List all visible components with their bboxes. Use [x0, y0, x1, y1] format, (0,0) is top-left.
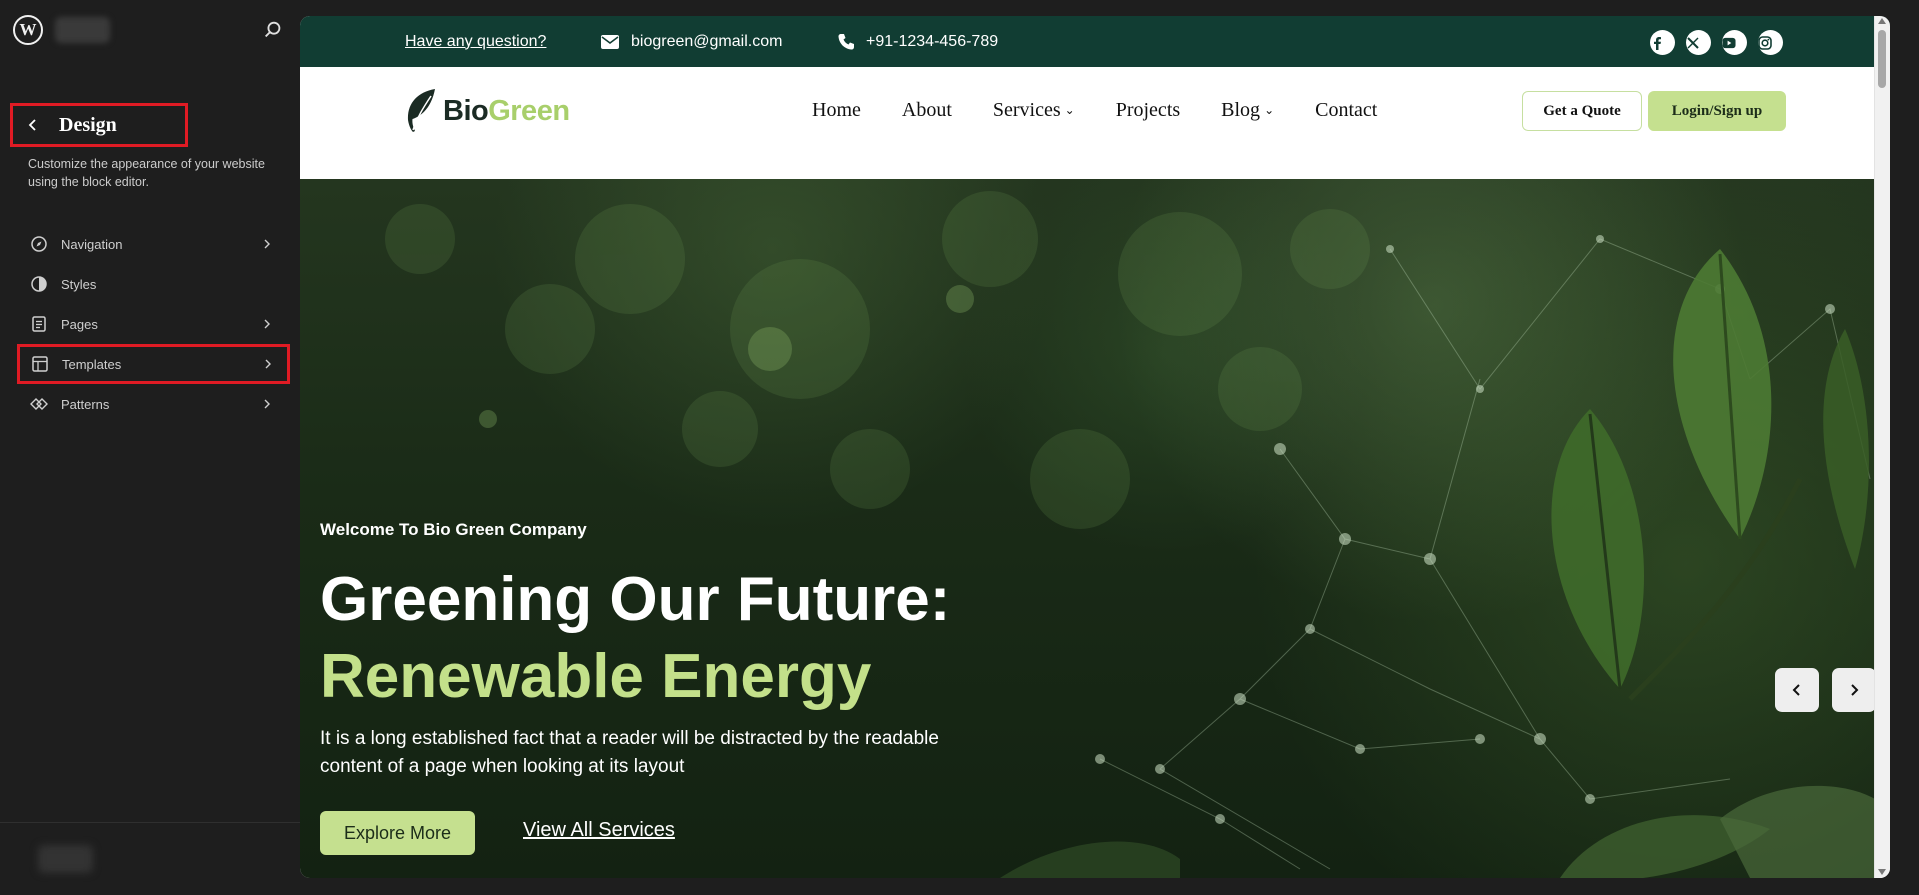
chevron-down-icon: ⌄ [1264, 102, 1275, 117]
sidebar-item-label: Templates [62, 356, 122, 372]
phone-contact[interactable]: +91-1234-456-789 [837, 16, 998, 67]
menu-item-about[interactable]: About [902, 99, 952, 122]
youtube-icon[interactable] [1722, 30, 1747, 55]
site-header: BioGreen Home About Services ⌄ Projects B… [300, 67, 1890, 179]
hero-description: It is a long established fact that a rea… [320, 728, 939, 777]
navigation-icon [29, 234, 49, 254]
site-preview-frame[interactable]: Have any question? biogreen@gmail.com +9… [300, 16, 1890, 878]
email-contact[interactable]: biogreen@gmail.com [600, 16, 782, 67]
top-info-bar: Have any question? biogreen@gmail.com +9… [300, 16, 1890, 67]
instagram-icon[interactable] [1758, 30, 1783, 55]
sidebar-footer-blurred [38, 845, 93, 873]
sidebar-item-label: Navigation [61, 236, 123, 252]
chevron-left-icon [1792, 684, 1800, 696]
phone-icon [838, 33, 854, 49]
slider-next-button[interactable] [1832, 668, 1875, 712]
scroll-up-arrow-icon[interactable] [1878, 18, 1886, 24]
design-panel-header: Design [10, 103, 188, 147]
sidebar-item-patterns[interactable]: Patterns [17, 386, 287, 422]
sidebar-item-pages[interactable]: Pages [17, 306, 287, 342]
pages-icon [29, 314, 49, 334]
hero-headline-line2: Renewable Energy [320, 642, 872, 711]
site-editor-sidebar: W Design Customize the appearance of you… [0, 0, 300, 895]
site-title-blurred [55, 17, 110, 43]
chevron-right-icon [264, 399, 270, 409]
chevron-right-icon [264, 319, 270, 329]
chevron-down-icon: ⌄ [1064, 102, 1075, 117]
login-signup-button[interactable]: Login/Sign up [1648, 91, 1786, 131]
phone-text: +91-1234-456-789 [866, 32, 999, 50]
chevron-right-icon [264, 239, 270, 249]
x-icon[interactable] [1686, 30, 1711, 55]
get-quote-button[interactable]: Get a Quote [1522, 91, 1642, 131]
sidebar-item-styles[interactable]: Styles [17, 266, 287, 302]
templates-icon [30, 354, 50, 374]
sidebar-item-label: Pages [61, 316, 98, 332]
facebook-icon[interactable] [1650, 30, 1675, 55]
view-all-services-link[interactable]: View All Services [523, 819, 675, 842]
explore-more-button[interactable]: Explore More [320, 811, 475, 855]
scroll-down-arrow-icon[interactable] [1878, 869, 1886, 875]
panel-description: Customize the appearance of your website… [28, 157, 265, 189]
menu-item-services[interactable]: Services ⌄ [993, 99, 1075, 122]
sidebar-item-label: Styles [61, 276, 97, 292]
hero-welcome-text: Welcome To Bio Green Company [320, 520, 587, 539]
question-link[interactable]: Have any question? [405, 16, 546, 67]
menu-item-home[interactable]: Home [812, 99, 861, 122]
menu-item-blog[interactable]: Blog ⌄ [1221, 99, 1274, 122]
patterns-icon [29, 394, 49, 414]
logo-wordmark: BioGreen [443, 94, 570, 127]
sidebar-item-navigation[interactable]: Navigation [17, 226, 287, 262]
hero-headline-line1: Greening Our Future: [320, 565, 951, 634]
menu-item-projects[interactable]: Projects [1116, 99, 1180, 122]
leaf-logo-icon [407, 89, 435, 132]
preview-scrollbar[interactable] [1874, 16, 1890, 878]
panel-title: Design [59, 113, 117, 136]
chevron-right-icon [1851, 684, 1859, 696]
scrollbar-thumb[interactable] [1878, 30, 1886, 88]
wordpress-logo-icon[interactable]: W [13, 15, 43, 45]
styles-icon [29, 274, 49, 294]
primary-menu: Home About Services ⌄ Projects Blog ⌄ Cont… [812, 67, 1418, 153]
sidebar-item-templates[interactable]: Templates [17, 344, 290, 384]
sidebar-item-label: Patterns [61, 396, 110, 412]
search-icon[interactable] [262, 19, 284, 41]
site-logo[interactable]: BioGreen [405, 88, 570, 134]
email-text: biogreen@gmail.com [631, 32, 783, 50]
hero-slider: Welcome To Bio Green Company Greening Ou… [300, 179, 1875, 878]
chevron-right-icon [265, 359, 271, 369]
envelope-icon [601, 34, 619, 49]
slider-prev-button[interactable] [1775, 668, 1819, 712]
sidebar-divider [0, 822, 300, 823]
menu-item-contact[interactable]: Contact [1315, 99, 1377, 122]
chevron-left-icon[interactable] [25, 117, 41, 133]
